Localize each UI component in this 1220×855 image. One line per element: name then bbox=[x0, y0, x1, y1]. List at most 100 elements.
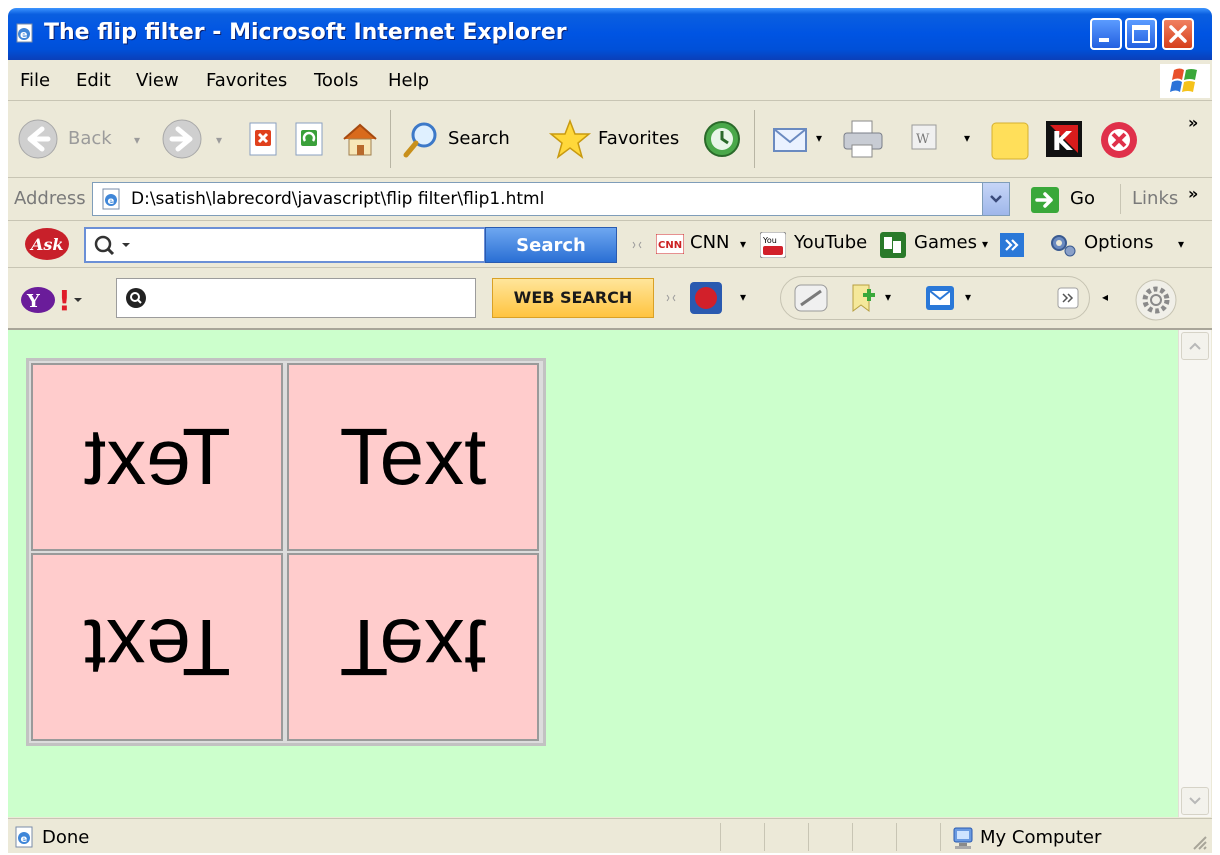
search-icon bbox=[126, 288, 146, 308]
menu-bar: File Edit View Favorites Tools Help bbox=[8, 60, 1212, 101]
svg-text:Ask: Ask bbox=[29, 235, 64, 254]
cell-flip-vertical: Text bbox=[287, 553, 539, 741]
title-bar[interactable]: e The flip filter - Microsoft Internet E… bbox=[8, 8, 1212, 60]
scroll-up-button[interactable] bbox=[1181, 332, 1209, 360]
address-input[interactable]: e D:\satish\labrecord\javascript\flip fi… bbox=[92, 182, 1010, 216]
favorites-star-icon bbox=[548, 118, 592, 159]
go-arrow-icon[interactable] bbox=[1030, 186, 1060, 214]
favorites-button[interactable]: Favorites bbox=[548, 117, 688, 161]
close-icon bbox=[1169, 25, 1187, 43]
stop-icon[interactable] bbox=[246, 121, 282, 157]
print-icon[interactable] bbox=[840, 117, 886, 161]
home-icon[interactable] bbox=[338, 117, 382, 161]
status-divider bbox=[764, 823, 765, 851]
refresh-icon[interactable] bbox=[292, 121, 328, 157]
back-arrow-icon bbox=[18, 119, 58, 159]
scroll-left-icon[interactable]: ◂ bbox=[1102, 290, 1108, 304]
web-search-button[interactable]: WEB SEARCH bbox=[492, 278, 654, 318]
yahoo-logo-icon[interactable]: Y ! bbox=[18, 282, 88, 316]
toolbar-more-icon[interactable]: » bbox=[1188, 113, 1198, 132]
flipped-text: Text bbox=[83, 603, 231, 692]
cnn-button[interactable]: CNN CNN ▾ bbox=[656, 221, 754, 267]
svg-text:CNN: CNN bbox=[658, 240, 682, 251]
yahoo-toolbar: Y ! WEB SEARCH ▾ ▾ ▾ ◂ bbox=[8, 268, 1212, 330]
forward-dropdown-icon[interactable]: ▾ bbox=[216, 133, 222, 147]
chevron-up-icon bbox=[1189, 342, 1201, 350]
yahoo-mail-button[interactable]: ▾ bbox=[923, 281, 983, 315]
ie-page-icon: e bbox=[16, 23, 33, 43]
options-dropdown-icon[interactable]: ▾ bbox=[1178, 237, 1184, 251]
status-divider bbox=[940, 823, 941, 851]
gear-icon bbox=[1051, 235, 1076, 257]
edit-dropdown-icon[interactable]: ▾ bbox=[964, 131, 970, 145]
scroll-down-button[interactable] bbox=[1181, 787, 1209, 815]
ask-search-input[interactable] bbox=[84, 227, 486, 263]
status-divider bbox=[852, 823, 853, 851]
menu-help[interactable]: Help bbox=[388, 70, 429, 91]
address-dropdown-button[interactable] bbox=[982, 183, 1009, 215]
kaspersky-icon[interactable]: K bbox=[1044, 119, 1084, 159]
minimize-button[interactable] bbox=[1090, 18, 1122, 50]
cricket-button[interactable]: ▾ bbox=[688, 280, 752, 316]
back-dropdown-icon[interactable]: ▾ bbox=[134, 133, 140, 147]
search-icon bbox=[94, 235, 130, 256]
cricket-ball-icon bbox=[690, 282, 722, 314]
links-more-icon[interactable]: » bbox=[1188, 184, 1198, 203]
maximize-button[interactable] bbox=[1125, 18, 1157, 50]
chevron-down-icon bbox=[1189, 797, 1201, 805]
yahoo-messenger-icon[interactable] bbox=[791, 281, 831, 315]
menu-edit[interactable]: Edit bbox=[76, 70, 111, 91]
ask-search-button[interactable]: Search bbox=[485, 227, 617, 263]
ask-logo-icon[interactable]: Ask bbox=[22, 227, 72, 261]
edit-button[interactable]: W ▾ bbox=[908, 121, 980, 157]
links-button[interactable]: Links bbox=[1132, 188, 1178, 209]
search-button[interactable]: Search bbox=[400, 117, 530, 161]
more-chevron-icon[interactable] bbox=[1057, 287, 1079, 309]
sticky-note-icon[interactable] bbox=[988, 119, 1032, 163]
status-text: Done bbox=[42, 827, 90, 848]
minimize-icon bbox=[1099, 38, 1109, 42]
svg-text:You: You bbox=[762, 236, 777, 245]
cell-flip-both: Text bbox=[31, 553, 283, 741]
cnn-dropdown-icon[interactable]: ▾ bbox=[740, 237, 746, 251]
status-divider bbox=[808, 823, 809, 851]
zone-label: My Computer bbox=[980, 827, 1102, 848]
forward-button[interactable]: ▾ bbox=[160, 117, 236, 161]
games-button[interactable]: Games ▾ bbox=[880, 221, 996, 267]
games-icon bbox=[880, 232, 906, 258]
youtube-button[interactable]: You YouTube bbox=[760, 221, 872, 267]
youtube-icon: You bbox=[760, 232, 786, 258]
windows-logo-icon bbox=[1160, 64, 1210, 98]
back-button[interactable]: Back ▾ bbox=[16, 117, 146, 161]
history-icon[interactable] bbox=[702, 119, 742, 159]
games-dropdown-icon[interactable]: ▾ bbox=[982, 237, 988, 251]
menu-favorites[interactable]: Favorites bbox=[206, 70, 287, 91]
grip-icon[interactable] bbox=[666, 286, 676, 310]
blocker-icon[interactable] bbox=[1098, 119, 1140, 161]
vertical-scrollbar[interactable] bbox=[1178, 330, 1211, 817]
forward-arrow-icon bbox=[162, 119, 202, 159]
yahoo-mail-dropdown-icon[interactable]: ▾ bbox=[965, 290, 971, 304]
svg-text:K: K bbox=[1052, 127, 1073, 157]
close-button[interactable] bbox=[1162, 18, 1194, 50]
bookmark-dropdown-icon[interactable]: ▾ bbox=[885, 290, 891, 304]
settings-gear-icon[interactable] bbox=[1134, 278, 1178, 322]
menu-view[interactable]: View bbox=[136, 70, 179, 91]
mail-icon bbox=[926, 286, 954, 310]
grip-icon[interactable] bbox=[632, 233, 642, 257]
svg-text:Y: Y bbox=[26, 291, 41, 312]
go-button[interactable]: Go bbox=[1070, 188, 1095, 209]
search-label: Search bbox=[448, 128, 510, 149]
yahoo-search-input[interactable] bbox=[116, 278, 476, 318]
bookmark-button[interactable]: ▾ bbox=[847, 281, 907, 315]
mail-dropdown-icon[interactable]: ▾ bbox=[816, 131, 822, 145]
menu-tools[interactable]: Tools bbox=[314, 70, 358, 91]
options-button[interactable]: Options ▾ bbox=[1048, 221, 1188, 267]
resize-grip-icon[interactable] bbox=[1190, 833, 1208, 851]
more-chevron-icon[interactable] bbox=[1000, 233, 1024, 257]
cnn-icon: CNN bbox=[656, 234, 684, 254]
menu-file[interactable]: File bbox=[20, 70, 50, 91]
svg-text:e: e bbox=[108, 196, 115, 207]
cricket-dropdown-icon[interactable]: ▾ bbox=[740, 290, 746, 304]
mail-button[interactable]: ▾ bbox=[770, 119, 834, 159]
